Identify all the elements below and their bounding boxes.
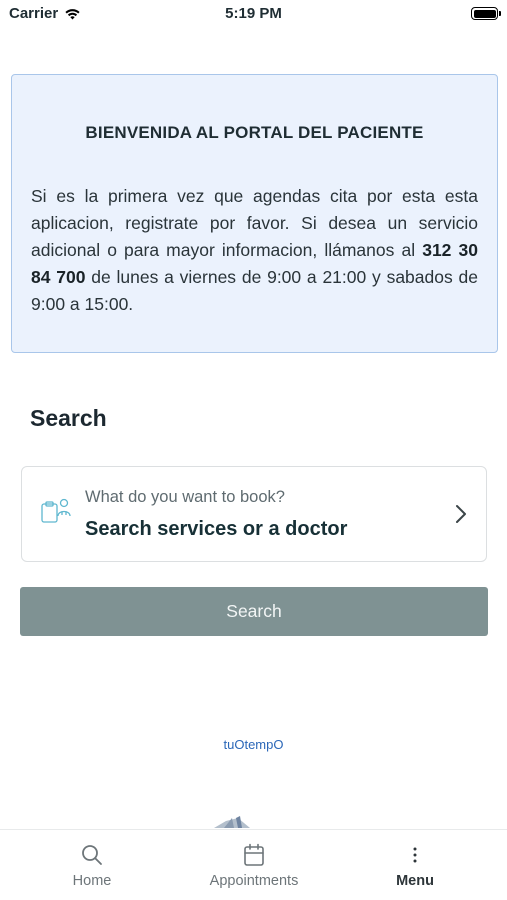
status-time: 5:19 PM xyxy=(225,5,282,22)
tab-menu-label: Menu xyxy=(396,873,434,889)
tab-home-label: Home xyxy=(72,873,112,889)
search-main-label: Search services or a doctor xyxy=(85,518,348,540)
welcome-text-intro: Si es la primera vez que agendas cita po… xyxy=(31,186,478,260)
search-heading: Search xyxy=(30,405,107,431)
doctor-clipboard-icon xyxy=(39,495,75,531)
battery-icon xyxy=(471,7,501,20)
welcome-card: BIENVENIDA AL PORTAL DEL PACIENTE Si es … xyxy=(11,74,498,353)
tab-bar: Home Appointments Menu xyxy=(0,829,507,900)
search-icon xyxy=(79,842,105,868)
welcome-title: BIENVENIDA AL PORTAL DEL PACIENTE xyxy=(85,123,424,142)
calendar-icon xyxy=(241,842,267,868)
chevron-right-icon xyxy=(456,505,466,523)
status-bar: Carrier 5:19 PM xyxy=(0,0,507,28)
welcome-text-hours: de lunes a viernes de 9:00 a 21:00 y sab… xyxy=(31,267,478,314)
tab-home[interactable]: Home xyxy=(12,830,172,900)
brand-logo-icon xyxy=(214,816,250,828)
welcome-text: Si es la primera vez que agendas cita po… xyxy=(31,183,478,318)
tab-appointments[interactable]: Appointments xyxy=(174,830,334,900)
search-services-selector[interactable]: What do you want to book? Search service… xyxy=(21,466,487,562)
tab-appointments-label: Appointments xyxy=(209,873,299,889)
tab-menu[interactable]: Menu xyxy=(335,830,495,900)
more-vertical-icon xyxy=(402,842,428,868)
search-button[interactable]: Search xyxy=(20,587,488,636)
brand-link[interactable]: tuOtempO xyxy=(0,737,507,752)
search-prompt: What do you want to book? xyxy=(85,488,285,506)
